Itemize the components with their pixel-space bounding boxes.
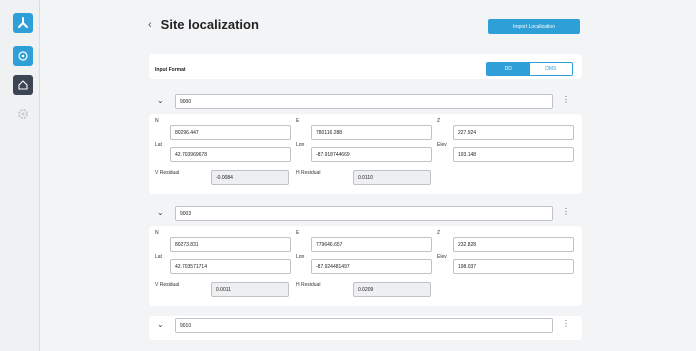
n-field[interactable]: 80273.831 <box>170 237 291 252</box>
z-label: Z <box>437 230 441 236</box>
target-icon[interactable] <box>13 46 33 66</box>
n-label: N <box>155 118 159 124</box>
elev-field[interactable]: 198.037 <box>453 259 574 274</box>
input-format-card: Input Format DD DMS <box>149 54 582 79</box>
more-options-icon[interactable]: ⋮ <box>562 319 570 328</box>
v-residual-label: V Residual <box>155 170 180 176</box>
n-field[interactable]: 80296.447 <box>170 125 291 140</box>
point-name-input[interactable]: 9003 <box>175 206 553 221</box>
e-label: E <box>296 230 300 236</box>
lon-field[interactable]: -87.924481497 <box>311 259 432 274</box>
h-residual-label: H Residual <box>296 282 321 288</box>
v-residual-value: -0.0084 <box>211 170 289 185</box>
page-header: ‹ Site localization <box>148 17 259 32</box>
v-residual-label: V Residual <box>155 282 180 288</box>
format-option-dms[interactable]: DMS <box>529 63 572 75</box>
elev-field[interactable]: 193.148 <box>453 147 574 162</box>
lon-label: Lon <box>296 142 305 148</box>
more-options-icon[interactable]: ⋮ <box>562 95 570 104</box>
format-toggle: DD DMS <box>486 62 573 76</box>
point-card: ⌄ 9003 ⋮ N 80273.831 E 779646.657 Z 232.… <box>149 204 582 306</box>
home-icon[interactable] <box>13 75 33 95</box>
point-card: ⌄ 9010 ⋮ <box>149 316 582 340</box>
e-field[interactable]: 779646.657 <box>311 237 432 252</box>
z-field[interactable]: 227.924 <box>453 125 574 140</box>
lon-field[interactable]: -87.918744669 <box>311 147 432 162</box>
lat-field[interactable]: 42.703969678 <box>170 147 291 162</box>
import-localization-button[interactable]: Import Localization <box>488 19 580 34</box>
z-field[interactable]: 232.828 <box>453 237 574 252</box>
point-header: ⌄ 9003 ⋮ <box>149 204 582 223</box>
e-label: E <box>296 118 300 124</box>
z-label: Z <box>437 118 441 124</box>
point-name-input[interactable]: 9010 <box>175 318 553 333</box>
format-option-dd[interactable]: DD <box>487 63 530 75</box>
point-header: ⌄ 9010 ⋮ <box>149 316 582 335</box>
h-residual-label: H Residual <box>296 170 321 176</box>
e-field[interactable]: 780116.288 <box>311 125 432 140</box>
input-format-label: Input Format <box>155 67 186 73</box>
page-title: Site localization <box>160 17 259 32</box>
point-fields: N 80296.447 E 780116.288 Z 227.924 Lat 4… <box>149 114 582 194</box>
lat-field[interactable]: 42.703571714 <box>170 259 291 274</box>
n-label: N <box>155 230 159 236</box>
elev-label: Elev <box>437 254 447 260</box>
lat-label: Lat <box>155 254 162 260</box>
sidebar <box>0 0 40 351</box>
lon-label: Lon <box>296 254 305 260</box>
v-residual-value: 0.0011 <box>211 282 289 297</box>
chevron-down-icon[interactable]: ⌄ <box>157 320 164 329</box>
lat-label: Lat <box>155 142 162 148</box>
chevron-down-icon[interactable]: ⌄ <box>157 208 164 217</box>
elev-label: Elev <box>437 142 447 148</box>
h-residual-value: 0.0110 <box>353 170 431 185</box>
chevron-down-icon[interactable]: ⌄ <box>157 96 164 105</box>
point-fields: N 80273.831 E 779646.657 Z 232.828 Lat 4… <box>149 226 582 306</box>
point-card: ⌄ 9000 ⋮ N 80296.447 E 780116.288 Z 227.… <box>149 92 582 194</box>
more-options-icon[interactable]: ⋮ <box>562 207 570 216</box>
point-name-input[interactable]: 9000 <box>175 94 553 109</box>
h-residual-value: 0.0209 <box>353 282 431 297</box>
app-logo-icon[interactable] <box>13 13 33 33</box>
point-header: ⌄ 9000 ⋮ <box>149 92 582 111</box>
back-chevron-icon[interactable]: ‹ <box>148 19 152 31</box>
settings-icon[interactable] <box>13 104 33 124</box>
